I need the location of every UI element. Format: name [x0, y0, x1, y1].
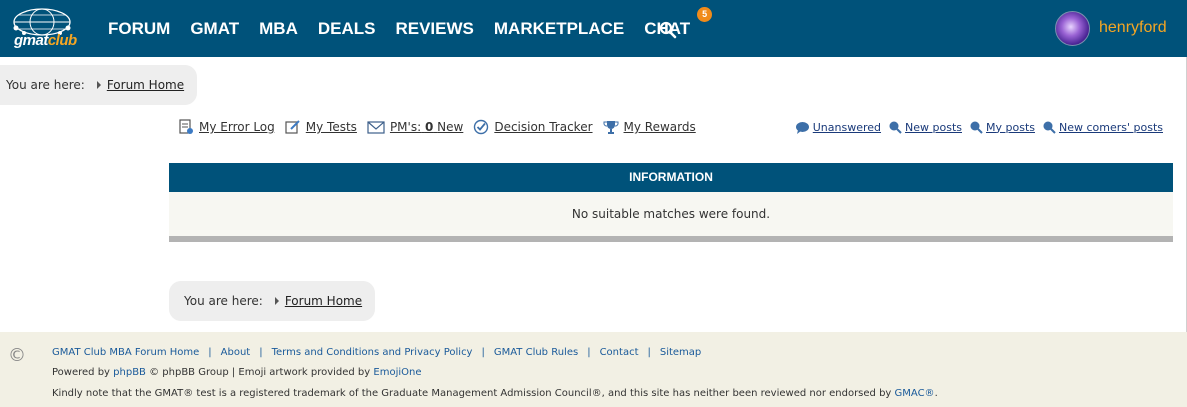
gmatclub-logo[interactable]: gmatclub — [6, 6, 86, 49]
user-menu[interactable]: henryford — [1055, 10, 1167, 46]
emojione-link[interactable]: EmojiOne — [373, 367, 421, 378]
new-comers-posts-link[interactable]: New comers' posts — [1042, 120, 1163, 134]
chat-notification-badge: 5 — [697, 6, 713, 22]
information-title: INFORMATION — [169, 163, 1173, 192]
my-tests-link[interactable]: My Tests — [285, 119, 357, 135]
information-panel-footer — [169, 236, 1173, 242]
footer-link-terms[interactable]: Terms and Conditions and Privacy Policy — [272, 347, 473, 358]
unanswered-link[interactable]: Unanswered — [795, 121, 881, 134]
gmac-link[interactable]: GMAC® — [895, 388, 935, 399]
new-comers-search-icon — [1043, 121, 1056, 134]
search-icon[interactable] — [659, 21, 677, 39]
page-footer: © GMAT Club MBA Forum Home | About | Ter… — [0, 332, 1187, 407]
checkmark-icon — [474, 119, 489, 135]
footer-link-rules[interactable]: GMAT Club Rules — [494, 347, 578, 358]
main-nav: FORUM GMAT MBA DEALS REVIEWS MARKETPLACE… — [108, 0, 713, 57]
my-posts-link[interactable]: My posts — [969, 120, 1035, 134]
nav-forum[interactable]: FORUM — [108, 19, 170, 39]
footer-link-about[interactable]: About — [221, 347, 251, 358]
footer-link-contact[interactable]: Contact — [600, 347, 639, 358]
breadcrumb-bottom-arrow-icon — [274, 297, 279, 305]
footer-powered-by: Powered by phpBB © phpBB Group | Emoji a… — [52, 367, 422, 378]
footer-disclaimer: Kindly note that the GMAT® test is a reg… — [52, 388, 938, 399]
logo-text-club: club — [47, 32, 77, 49]
trophy-icon — [603, 121, 619, 134]
breadcrumb-label: You are here: — [6, 78, 85, 92]
nav-reviews[interactable]: REVIEWS — [395, 19, 473, 39]
breadcrumb-top: You are here: Forum Home — [0, 65, 197, 105]
breadcrumb-bottom-label: You are here: — [184, 294, 263, 308]
new-posts-label: New posts — [905, 120, 962, 134]
new-posts-link[interactable]: New posts — [888, 120, 962, 134]
pm-label: PM's: — [389, 120, 422, 134]
breadcrumb-bottom: You are here: Forum Home — [169, 281, 375, 321]
envelope-icon — [367, 121, 385, 134]
new-comers-posts-label: New comers' posts — [1058, 120, 1163, 134]
information-message: No suitable matches were found. — [169, 192, 1173, 236]
new-posts-search-icon — [889, 121, 902, 134]
my-rewards-link[interactable]: My Rewards — [603, 119, 696, 135]
my-posts-label: My posts — [986, 120, 1035, 134]
avatar[interactable] — [1055, 10, 1090, 46]
search-links: Unanswered New posts My posts New comers… — [788, 120, 1163, 134]
information-panel: INFORMATION No suitable matches were fou… — [169, 163, 1173, 242]
decision-tracker-label: Decision Tracker — [494, 120, 593, 134]
footer-links: GMAT Club MBA Forum Home | About | Terms… — [52, 347, 702, 358]
error-log-icon — [179, 119, 193, 134]
nav-deals[interactable]: DEALS — [318, 19, 376, 39]
speech-bubble-icon — [795, 121, 809, 134]
logo-text-gmat: gmat — [14, 32, 48, 49]
pm-count: 0 — [424, 120, 434, 134]
my-posts-search-icon — [970, 121, 983, 134]
pm-link[interactable]: PM's: 0 New — [367, 120, 463, 134]
my-error-log-label: My Error Log — [199, 120, 275, 134]
top-navigation-bar: gmatclub FORUM GMAT MBA DEALS REVIEWS MA… — [0, 0, 1187, 57]
breadcrumb-forum-home-link[interactable]: Forum Home — [107, 78, 184, 92]
username[interactable]: henryford — [1099, 19, 1167, 37]
breadcrumb-arrow-icon — [96, 81, 101, 89]
my-rewards-label: My Rewards — [623, 120, 696, 134]
breadcrumb-bottom-forum-home-link[interactable]: Forum Home — [285, 294, 362, 308]
decision-tracker-link[interactable]: Decision Tracker — [473, 119, 593, 135]
pm-new-label: New — [437, 120, 464, 134]
unanswered-label: Unanswered — [812, 120, 882, 134]
phpbb-link[interactable]: phpBB — [113, 367, 146, 378]
footer-link-sitemap[interactable]: Sitemap — [660, 347, 701, 358]
my-tests-label: My Tests — [305, 120, 357, 134]
quick-links: My Error Log My Tests PM's: 0 New Decisi… — [178, 119, 706, 135]
nav-marketplace[interactable]: MARKETPLACE — [494, 19, 624, 39]
tests-pencil-icon — [285, 120, 300, 134]
nav-mba[interactable]: MBA — [259, 19, 298, 39]
nav-gmat[interactable]: GMAT — [190, 19, 239, 39]
footer-link-forum-home[interactable]: GMAT Club MBA Forum Home — [52, 347, 199, 358]
copyright-icon: © — [8, 345, 26, 366]
my-error-log-link[interactable]: My Error Log — [178, 119, 275, 135]
